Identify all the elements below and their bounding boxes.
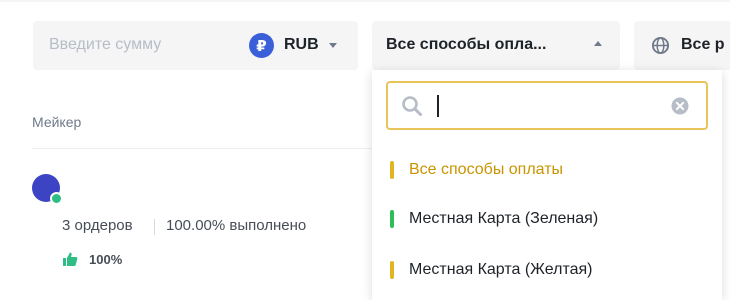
payment-search-input[interactable] bbox=[386, 81, 708, 130]
payment-method-dropdown: Все способы оплаты Местная Карта (Зелена… bbox=[372, 70, 722, 300]
maker-column-header: Мейкер bbox=[32, 114, 82, 130]
thumbs-up-icon bbox=[63, 252, 78, 266]
option-color-bar bbox=[390, 261, 394, 279]
online-status-dot bbox=[50, 192, 63, 205]
option-label: Местная Карта (Зеленая) bbox=[409, 210, 599, 227]
caret-down-icon[interactable] bbox=[329, 43, 337, 48]
option-label: Все способы оплаты bbox=[409, 161, 564, 178]
payment-option-local-card-green[interactable]: Местная Карта (Зеленая) bbox=[390, 209, 710, 229]
currency-select-label[interactable]: RUB bbox=[284, 36, 319, 54]
amount-placeholder: Введите сумму bbox=[49, 36, 162, 53]
caret-up-icon[interactable] bbox=[594, 41, 602, 46]
text-cursor bbox=[437, 95, 439, 117]
stats-separator bbox=[154, 219, 155, 235]
payment-option-all[interactable]: Все способы оплаты bbox=[390, 160, 710, 180]
top-divider bbox=[0, 0, 730, 2]
payment-method-select[interactable]: Все способы опла... bbox=[372, 21, 620, 70]
option-label: Местная Карта (Желтая) bbox=[409, 261, 593, 278]
positive-rating: 100% bbox=[89, 252, 123, 267]
globe-icon bbox=[651, 36, 670, 55]
clear-icon[interactable] bbox=[670, 96, 690, 116]
orders-count: 3 ордеров bbox=[62, 217, 133, 234]
option-color-bar bbox=[390, 210, 394, 228]
option-color-bar bbox=[390, 161, 394, 179]
region-select-label: Все р bbox=[681, 36, 725, 53]
payment-method-select-label: Все способы опла... bbox=[386, 36, 547, 53]
completion-rate: 100.00% выполнено bbox=[166, 217, 307, 234]
payment-option-local-card-yellow[interactable]: Местная Карта (Желтая) bbox=[390, 260, 710, 280]
table-header-divider bbox=[32, 148, 372, 149]
search-icon bbox=[402, 96, 422, 116]
ruble-coin-icon[interactable]: ₽ bbox=[249, 33, 274, 58]
amount-input[interactable]: Введите сумму ₽ RUB bbox=[33, 21, 358, 70]
region-select[interactable]: Все р bbox=[634, 21, 730, 70]
